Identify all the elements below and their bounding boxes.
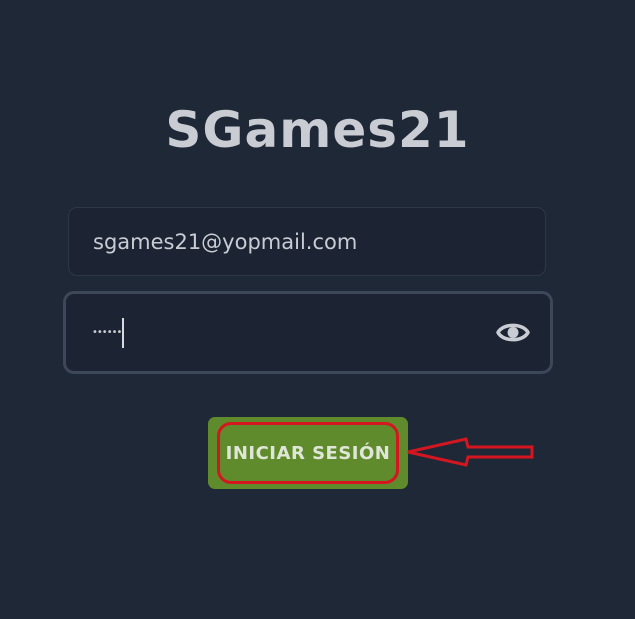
annotation-arrow-icon [407,437,534,467]
text-caret [122,317,125,348]
eye-icon[interactable] [496,319,530,346]
password-field[interactable]: •••••• [63,291,553,374]
email-value: sgames21@yopmail.com [93,229,358,254]
app-logo: SGames21 [165,101,470,159]
email-field[interactable]: sgames21@yopmail.com [68,207,546,276]
password-value: •••••• [92,327,122,338]
login-button[interactable]: INICIAR SESIÓN [208,417,408,489]
login-button-label: INICIAR SESIÓN [225,442,391,464]
